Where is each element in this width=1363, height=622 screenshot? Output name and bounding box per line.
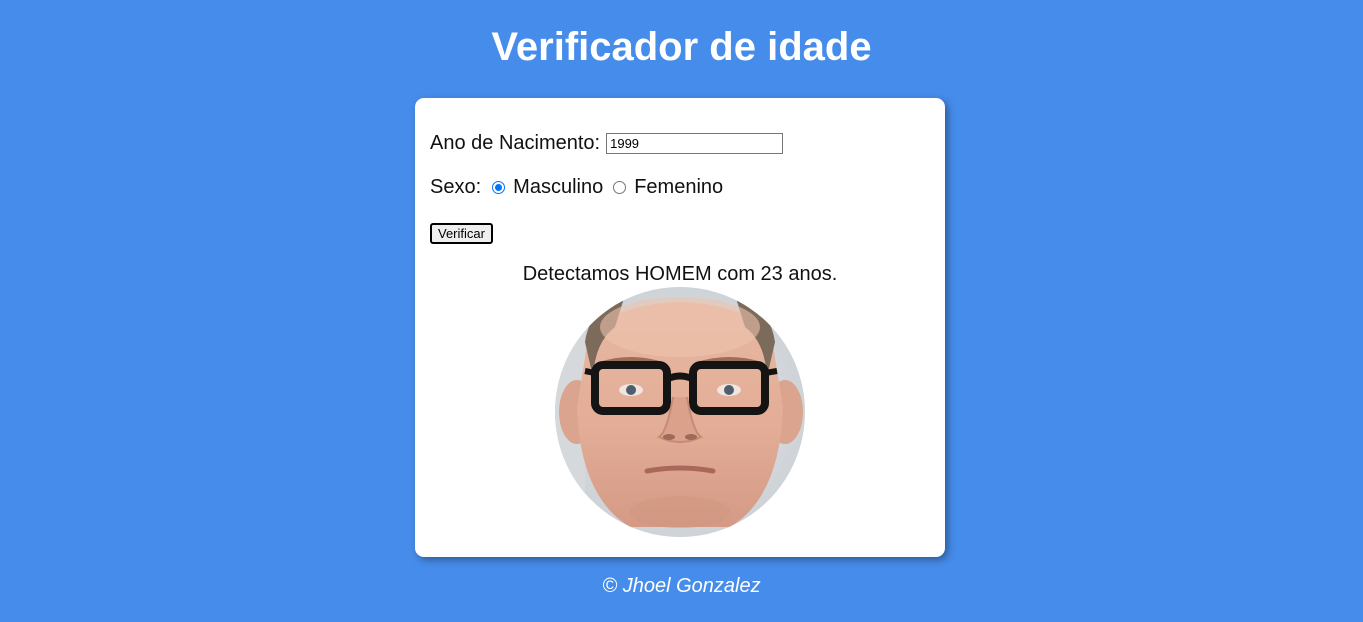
- sex-row: Sexo: Masculino Femenino: [430, 176, 723, 199]
- birth-year-label: Ano de Nacimento:: [430, 132, 601, 154]
- man-portrait-image: [555, 287, 805, 537]
- radio-masculino[interactable]: [492, 181, 506, 194]
- footer-credit: © Jhoel Gonzalez: [602, 575, 761, 597]
- radio-femenino[interactable]: [613, 181, 627, 194]
- verifier-card: Ano de Nacimento: Sexo: Masculino Femeni…: [415, 98, 945, 557]
- verify-button[interactable]: Verificar: [430, 223, 493, 244]
- birth-year-row: Ano de Nacimento:: [430, 132, 784, 155]
- birth-year-input[interactable]: [606, 133, 784, 154]
- page-title: Verificador de idade: [491, 25, 872, 69]
- result-photo: [555, 287, 805, 537]
- result-message: Detectamos HOMEM com 23 anos.: [522, 263, 838, 285]
- sex-label: Sexo:: [430, 176, 482, 198]
- radio-masculino-label[interactable]: Masculino: [513, 176, 603, 199]
- radio-femenino-label[interactable]: Femenino: [634, 176, 723, 199]
